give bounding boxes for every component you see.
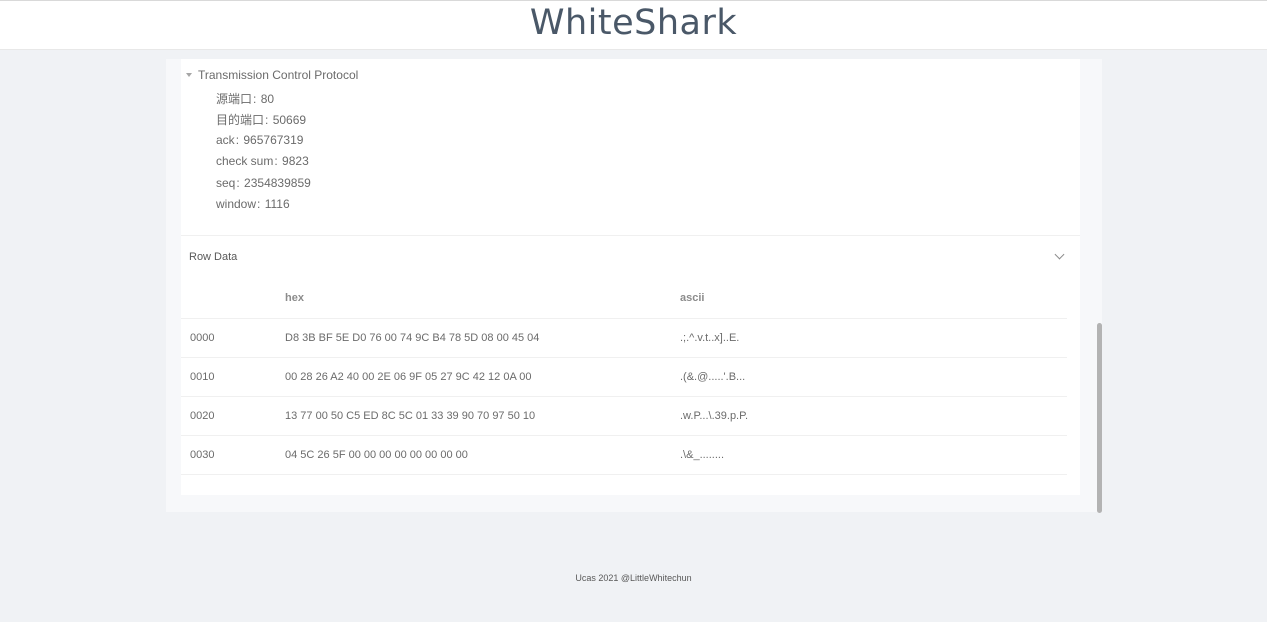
field-key: seq: [216, 176, 236, 190]
tcp-field-src-port: 源端口: 80: [216, 92, 275, 106]
row-hex: D8 3B BF 5E D0 76 00 74 9C B4 78 5D 08 0…: [285, 332, 540, 344]
row-hex: 00 28 26 A2 40 00 2E 06 9F 05 27 9C 42 1…: [285, 371, 532, 383]
app-header: WhiteShark: [0, 0, 1267, 50]
tcp-field-checksum: check sum: 9823: [216, 154, 309, 168]
field-key: ack: [216, 133, 235, 147]
table-row: 0010 00 28 26 A2 40 00 2E 06 9F 05 27 9C…: [181, 358, 1067, 397]
table-header-row: hex ascii: [181, 278, 1067, 319]
col-header-hex: hex: [285, 292, 304, 304]
row-ascii: .;.^.v.t..x]..E.: [680, 332, 740, 344]
app-logo-title: WhiteShark: [529, 3, 738, 43]
field-key: 目的端口: [216, 113, 265, 127]
table-row: 0030 04 5C 26 5F 00 00 00 00 00 00 00 00…: [181, 436, 1067, 475]
tcp-tree-title: Transmission Control Protocol: [198, 68, 359, 82]
field-value: 965767319: [243, 133, 304, 147]
tcp-field-window: window: 1116: [216, 197, 290, 211]
chevron-down-icon[interactable]: [1054, 249, 1065, 260]
vertical-scrollbar[interactable]: [1097, 323, 1102, 513]
field-value: 50669: [272, 113, 307, 127]
tcp-tree-node[interactable]: Transmission Control Protocol: [186, 68, 358, 82]
tcp-field-ack: ack: 965767319: [216, 133, 304, 147]
table-row: 0000 D8 3B BF 5E D0 76 00 74 9C B4 78 5D…: [181, 319, 1067, 358]
caret-down-icon[interactable]: [186, 72, 192, 77]
row-ascii: .w.P...\.39.p.P.: [680, 410, 749, 422]
row-offset: 0010: [190, 371, 215, 383]
row-hex: 13 77 00 50 C5 ED 8C 5C 01 33 39 90 70 9…: [285, 410, 536, 422]
field-key: 源端口: [216, 92, 253, 106]
row-offset: 0020: [190, 410, 215, 422]
row-ascii: .\&_........: [680, 449, 725, 461]
raw-data-title: Row Data: [189, 251, 238, 263]
tcp-field-seq: seq: 2354839859: [216, 176, 311, 190]
row-offset: 0000: [190, 332, 215, 344]
field-value: 2354839859: [244, 176, 311, 190]
packet-detail-container: Transmission Control Protocol 源端口: 80 目的…: [166, 59, 1102, 512]
row-hex: 04 5C 26 5F 00 00 00 00 00 00 00 00: [285, 449, 468, 461]
raw-data-collapse-header[interactable]: Row Data: [181, 235, 1080, 278]
field-value: 80: [260, 92, 275, 106]
row-ascii: .(&.@.....'.B...: [680, 371, 746, 383]
table-row: 0020 13 77 00 50 C5 ED 8C 5C 01 33 39 90…: [181, 397, 1067, 436]
raw-data-table: hex ascii 0000 D8 3B BF 5E D0 76 00 74 9…: [181, 278, 1067, 475]
field-key: window: [216, 197, 257, 211]
col-header-ascii: ascii: [680, 292, 705, 304]
field-key: check sum: [216, 154, 274, 168]
field-value: 1116: [264, 197, 290, 211]
row-offset: 0030: [190, 449, 215, 461]
packet-detail-panel: Transmission Control Protocol 源端口: 80 目的…: [181, 59, 1080, 495]
footer-text: Ucas 2021 @LittleWhitechun: [575, 573, 692, 583]
tcp-field-dst-port: 目的端口: 50669: [216, 113, 307, 127]
field-value: 9823: [282, 154, 309, 168]
